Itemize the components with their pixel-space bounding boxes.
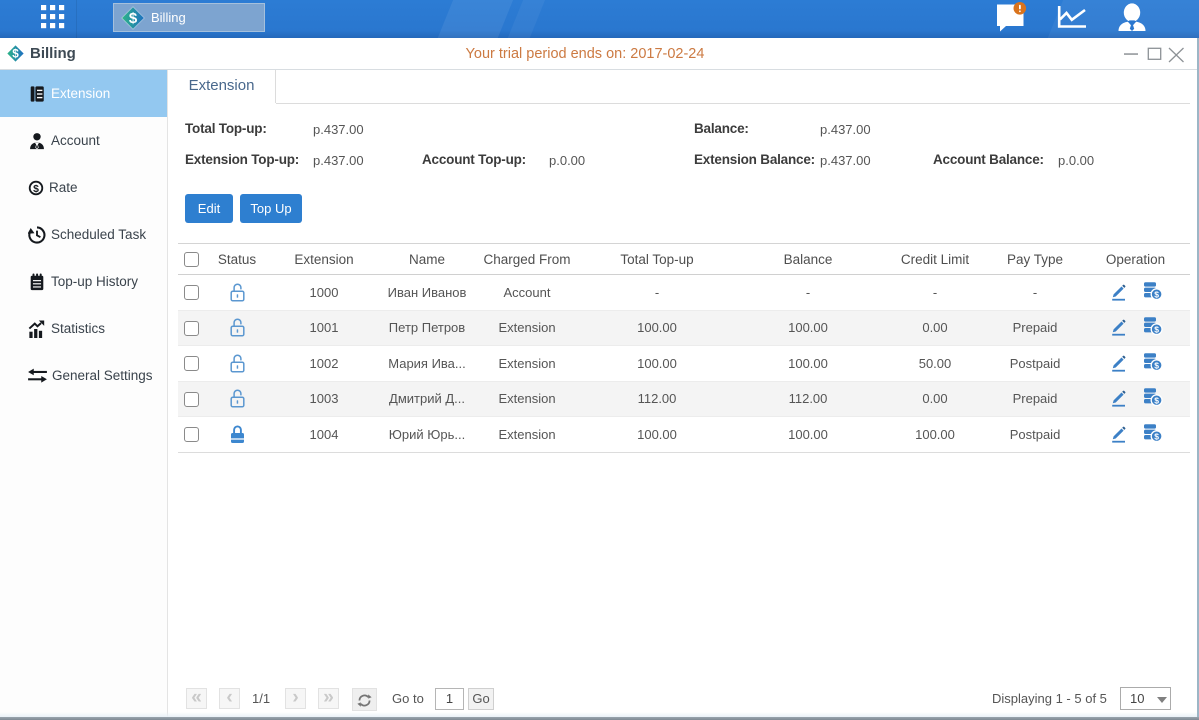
svg-text:$: $ <box>1154 289 1159 299</box>
svg-text:$: $ <box>33 183 39 194</box>
svg-text:$: $ <box>1154 325 1159 335</box>
svg-text:$: $ <box>1154 360 1159 370</box>
svg-text:$: $ <box>1154 431 1159 441</box>
svg-text:$: $ <box>1154 396 1159 406</box>
svg-text:$: $ <box>129 10 138 27</box>
